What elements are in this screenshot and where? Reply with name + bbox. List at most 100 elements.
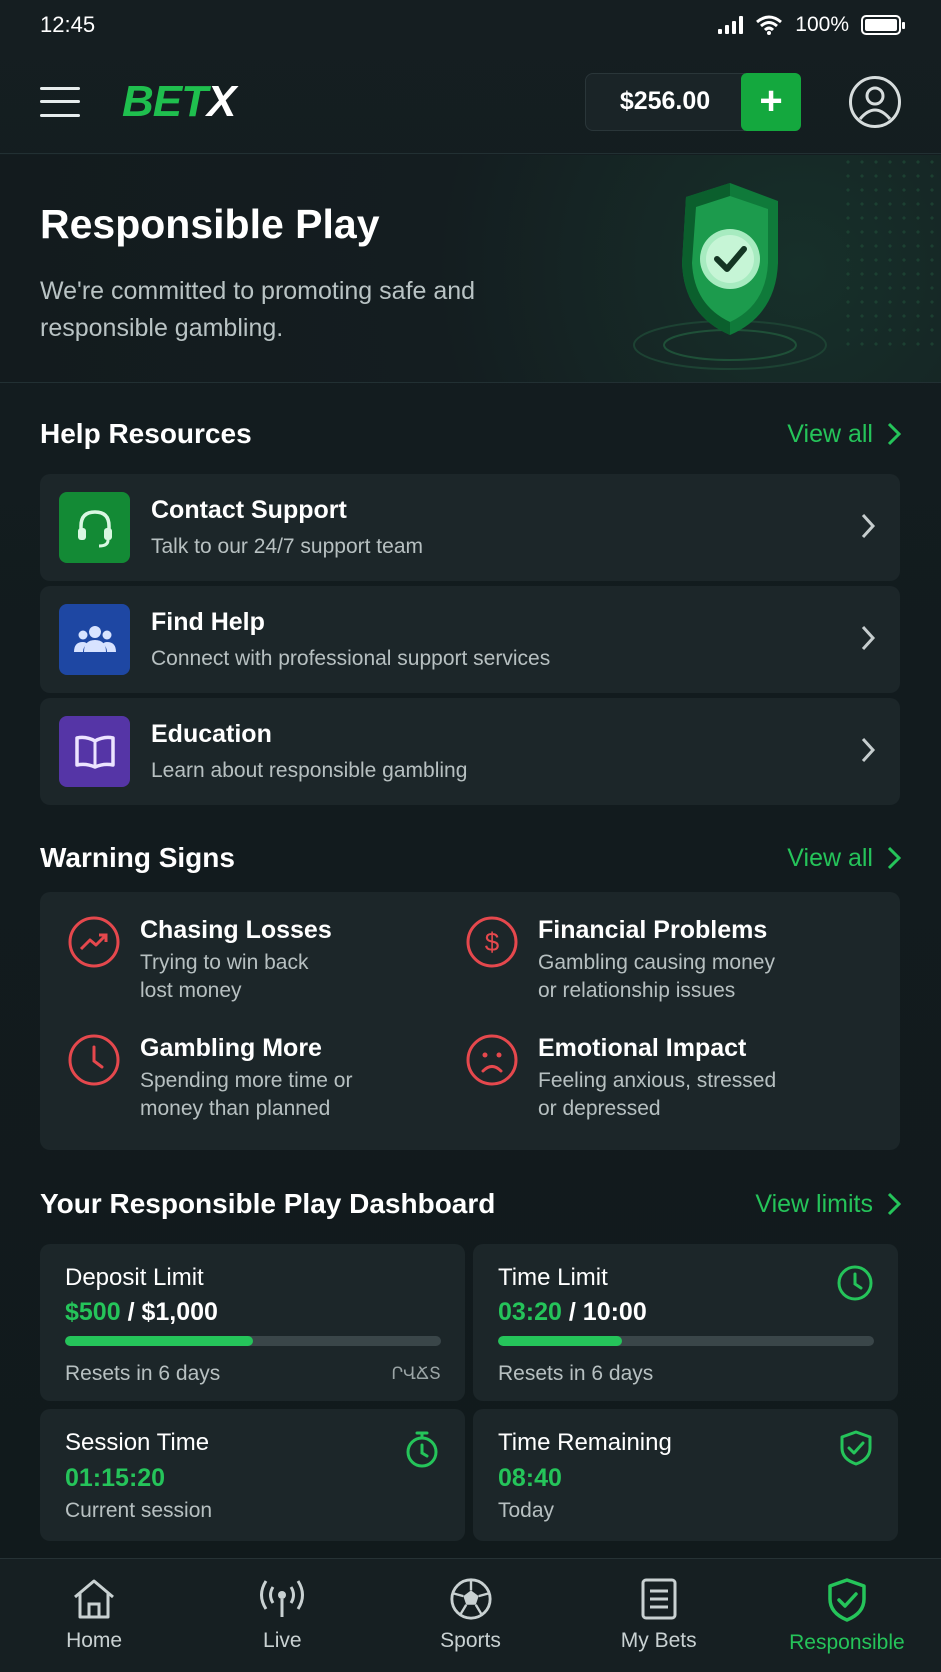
balance-display[interactable]: $256.00 (585, 72, 745, 131)
help-resources-header: Help Resources View all (40, 418, 901, 450)
time-limit-value: 03:20 / 10:00 (498, 1298, 647, 1326)
deposit-limit-value: $500 / $1,000 (65, 1298, 218, 1326)
deposit-limit-progress (65, 1336, 441, 1346)
people-icon (59, 604, 130, 675)
help-item-title: Contact Support (151, 496, 347, 524)
betx-logo[interactable]: BETX (122, 77, 236, 127)
warning-item-chasing-losses: Chasing Losses Trying to win back lost m… (68, 916, 332, 1005)
deposit-button[interactable]: + (741, 72, 801, 131)
warning-item-title: Gambling More (140, 1034, 322, 1062)
chevron-right-icon (861, 513, 876, 539)
app-root: 12:45 100% BETX $256.00 + Responsible Pl… (0, 0, 941, 1672)
session-time-sub: Current session (65, 1499, 213, 1522)
app-header: BETX $256.00 + (0, 50, 941, 154)
home-icon (74, 1579, 115, 1619)
time-remaining-card[interactable]: Time Remaining 08:40 Today (473, 1409, 898, 1541)
dot-pattern (841, 155, 941, 355)
status-bar: 12:45 100% (0, 0, 941, 50)
time-remaining-sub: Today (498, 1499, 555, 1522)
warning-item-title: Chasing Losses (140, 916, 332, 944)
session-time-label: Session Time (65, 1429, 210, 1456)
battery-icon (861, 15, 905, 35)
shield-check-icon (633, 183, 827, 370)
wifi-icon (756, 15, 783, 35)
dollar-icon: $ (466, 916, 518, 968)
help-item-title: Education (151, 720, 272, 748)
soccer-ball-icon (449, 1578, 492, 1620)
profile-icon[interactable] (849, 75, 901, 128)
chevron-right-icon (861, 625, 876, 651)
nav-label: Live (263, 1629, 302, 1652)
bottom-nav: Home Live Sports My Bets Responsible (0, 1558, 941, 1672)
help-item-find-help[interactable]: Find Help Connect with professional supp… (40, 586, 900, 693)
time-remaining-label: Time Remaining (498, 1429, 672, 1456)
session-time-card[interactable]: Session Time 01:15:20 Current session (40, 1409, 465, 1541)
help-item-subtitle: Connect with professional support servic… (151, 647, 551, 670)
warning-item-gambling-more: Gambling More Spending more time or mone… (68, 1034, 352, 1123)
help-item-education[interactable]: Education Learn about responsible gambli… (40, 698, 900, 805)
cellular-signal-icon (718, 16, 744, 34)
dashboard-title: Your Responsible Play Dashboard (40, 1188, 496, 1219)
help-resources-title: Help Resources (40, 418, 252, 449)
time-limit-label: Time Limit (498, 1264, 608, 1291)
hero-banner: Responsible Play We're committed to prom… (0, 155, 941, 383)
warning-item-title: Emotional Impact (538, 1034, 747, 1062)
warning-item-desc-line2: money than planned (140, 1097, 331, 1120)
battery-percent: 100% (795, 13, 849, 36)
menu-icon[interactable] (40, 86, 80, 117)
warning-item-desc-line1: Gambling causing money (538, 951, 775, 974)
page-title: Responsible Play (40, 201, 380, 247)
session-time-value: 01:15:20 (65, 1464, 166, 1492)
nav-item-sports[interactable]: Sports (376, 1559, 564, 1672)
nav-item-live[interactable]: Live (188, 1559, 376, 1672)
chevron-right-icon (887, 422, 901, 446)
clock-icon (68, 1034, 120, 1086)
book-icon (59, 716, 130, 787)
deposit-limit-resets: Resets in 6 days (65, 1362, 221, 1385)
nav-item-my-bets[interactable]: My Bets (565, 1559, 753, 1672)
help-item-subtitle: Learn about responsible gambling (151, 759, 468, 782)
warning-item-financial-problems: $ Financial Problems Gambling causing mo… (466, 916, 775, 1005)
warning-item-desc-line2: lost money (140, 979, 242, 1002)
status-icons: 100% (718, 13, 905, 37)
warning-signs-panel: Chasing Losses Trying to win back lost m… (40, 892, 900, 1150)
help-view-all-link[interactable]: View all (787, 420, 901, 449)
nav-label: Sports (440, 1629, 501, 1652)
headset-icon (59, 492, 130, 563)
stopwatch-icon (406, 1431, 438, 1468)
nav-label: Responsible (789, 1631, 905, 1654)
document-icon (641, 1578, 677, 1620)
nav-label: My Bets (620, 1629, 697, 1652)
sad-face-icon (466, 1034, 518, 1086)
help-item-contact-support[interactable]: Contact Support Talk to our 24/7 support… (40, 474, 900, 581)
help-item-title: Find Help (151, 608, 265, 636)
warning-item-emotional-impact: Emotional Impact Feeling anxious, stress… (466, 1034, 776, 1123)
view-limits-link[interactable]: View limits (755, 1190, 901, 1219)
trending-up-icon (68, 916, 120, 968)
warning-view-all-link[interactable]: View all (787, 844, 901, 873)
page-subtitle: We're committed to promoting safe and re… (40, 277, 476, 342)
warning-item-desc-line2: or depressed (538, 1097, 661, 1120)
nav-label: Home (66, 1629, 123, 1652)
clock-icon (837, 1265, 873, 1301)
broadcast-icon (260, 1580, 305, 1617)
warning-item-desc-line1: Feeling anxious, stressed (538, 1069, 777, 1092)
nav-item-home[interactable]: Home (0, 1559, 188, 1672)
deposit-limit-badge: ՐՎՃՏ (391, 1364, 441, 1383)
deposit-limit-card[interactable]: Deposit Limit $500 / $1,000 Resets in 6 … (40, 1244, 465, 1401)
time-limit-resets: Resets in 6 days (498, 1362, 654, 1385)
balance-widget: $256.00 + (585, 72, 801, 131)
time-remaining-value: 08:40 (498, 1464, 562, 1492)
warning-signs-title: Warning Signs (40, 842, 235, 873)
nav-item-responsible[interactable]: Responsible (753, 1559, 941, 1672)
chevron-right-icon (887, 1192, 901, 1216)
warning-item-desc-line1: Spending more time or (140, 1069, 353, 1092)
time-limit-progress (498, 1336, 874, 1346)
chevron-right-icon (861, 737, 876, 763)
time-limit-card[interactable]: Time Limit 03:20 / 10:00 Resets in 6 day… (473, 1244, 898, 1401)
warning-item-desc-line1: Trying to win back (140, 951, 309, 974)
deposit-limit-label: Deposit Limit (65, 1264, 204, 1291)
shield-check-icon (828, 1578, 866, 1622)
dashboard-header: Your Responsible Play Dashboard View lim… (40, 1188, 901, 1220)
help-item-subtitle: Talk to our 24/7 support team (151, 535, 423, 558)
